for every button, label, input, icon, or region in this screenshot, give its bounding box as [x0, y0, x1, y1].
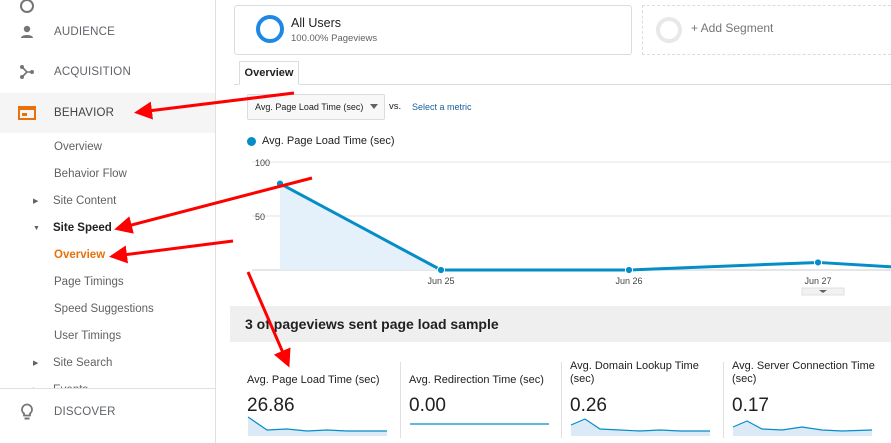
sidebar-item-label: BEHAVIOR [54, 107, 115, 119]
x-tick-label: Jun 25 [427, 276, 454, 286]
metric-tile[interactable]: Avg. Server Connection Time (sec) 0.17 [732, 360, 887, 443]
data-point-jun-25[interactable] [436, 265, 446, 275]
sidebar-item-speed-suggestions[interactable]: Speed Suggestions [0, 296, 215, 322]
section-title: 3 of pageviews sent page load sample [245, 316, 499, 332]
caret-right-icon: ▶ [33, 360, 39, 367]
tab-divider [234, 84, 891, 85]
tab-overview[interactable]: Overview [239, 61, 299, 85]
sparkline [570, 418, 710, 436]
legend-label: Avg. Page Load Time (sec) [262, 135, 395, 147]
sidebar-item-label: DISCOVER [54, 406, 116, 418]
metric-tile-value: 0.26 [570, 395, 607, 416]
sidebar-item-label: ACQUISITION [54, 66, 131, 78]
line-chart: 100 50 Jun 25 Jun 26 Jun 27 [252, 158, 891, 296]
sidebar-item-behavior-flow[interactable]: Behavior Flow [0, 161, 215, 187]
caret-down-icon: ▼ [33, 224, 40, 232]
metric-tile-label: Avg. Redirection Time (sec) [409, 374, 544, 386]
sidebar-item-site-speed[interactable]: ▼ Site Speed [0, 215, 215, 241]
metric-tile-value: 26.86 [247, 395, 295, 416]
vs-label: vs. [389, 101, 402, 112]
sidebar-item-user-timings[interactable]: User Timings [0, 323, 215, 349]
metric-tile-value: 0.00 [409, 395, 446, 416]
tile-divider [400, 362, 401, 438]
y-tick-label: 100 [255, 158, 270, 168]
x-tick-label: Jun 27 [804, 276, 831, 286]
sidebar-item-label: AUDIENCE [54, 26, 116, 38]
discover-row[interactable]: DISCOVER [0, 392, 215, 432]
metric-tile-value: 0.17 [732, 395, 769, 416]
segment-subtitle: 100.00% Pageviews [291, 33, 378, 44]
sidebar-item-site-search[interactable]: ▶ Site Search [0, 350, 215, 376]
add-segment-label: + Add Segment [691, 21, 774, 35]
sidebar-item-acquisition[interactable]: ACQUISITION [0, 52, 215, 92]
behavior-icon [17, 103, 37, 123]
sidebar-item-behavior[interactable]: BEHAVIOR [0, 93, 215, 133]
metric-dropdown[interactable]: Avg. Page Load Time (sec) [247, 94, 385, 120]
sparkline [247, 416, 387, 436]
metric-dropdown-value: Avg. Page Load Time (sec) [255, 102, 364, 112]
sidebar-item-site-content[interactable]: ▶ Site Content [0, 188, 215, 214]
lightbulb-icon [17, 402, 37, 422]
sidebar-item-page-timings[interactable]: Page Timings [0, 269, 215, 295]
sidebar-item-site-speed-overview[interactable]: Overview [0, 242, 215, 268]
chevron-down-icon [370, 104, 378, 109]
segment-name: All Users [291, 16, 342, 30]
metric-tile-label: Avg. Server Connection Time (sec) [732, 360, 875, 385]
segment-ring-icon [256, 15, 284, 43]
empty-ring-icon [656, 17, 682, 43]
legend-swatch [247, 137, 256, 146]
sparkline [410, 423, 549, 425]
sidebar: AUDIENCE ACQUISITION BEHAVIOR Overview B… [0, 0, 216, 443]
metric-tile[interactable]: Avg. Redirection Time (sec) 0.00 [409, 360, 564, 443]
data-point-jun-26[interactable] [624, 265, 634, 275]
data-point-jun-27[interactable] [813, 258, 823, 267]
x-tick-label: Jun 26 [615, 276, 642, 286]
metric-tile-label: Avg. Page Load Time (sec) [247, 374, 380, 386]
metric-tile[interactable]: Avg. Page Load Time (sec) 26.86 [247, 360, 402, 443]
metric-tile-label: Avg. Domain Lookup Time (sec) [570, 360, 699, 385]
acquisition-icon [17, 62, 37, 82]
sparkline [732, 420, 873, 436]
sidebar-item-audience[interactable]: AUDIENCE [0, 12, 215, 52]
add-segment-button[interactable]: + Add Segment [642, 5, 891, 55]
sidebar-item-behavior-overview[interactable]: Overview [0, 134, 215, 160]
segment-card[interactable]: All Users 100.00% Pageviews [234, 5, 632, 55]
y-tick-label: 50 [255, 212, 265, 222]
caret-right-icon: ▶ [33, 198, 39, 205]
tile-divider [723, 362, 724, 438]
tile-divider [561, 362, 562, 438]
sidebar-item-discover[interactable]: DISCOVER [0, 388, 215, 443]
metric-tile[interactable]: Avg. Domain Lookup Time (sec) 0.26 [570, 360, 725, 443]
person-icon [17, 22, 37, 42]
data-point-jun-24[interactable] [275, 179, 285, 188]
select-metric-link[interactable]: Select a metric [412, 102, 472, 112]
